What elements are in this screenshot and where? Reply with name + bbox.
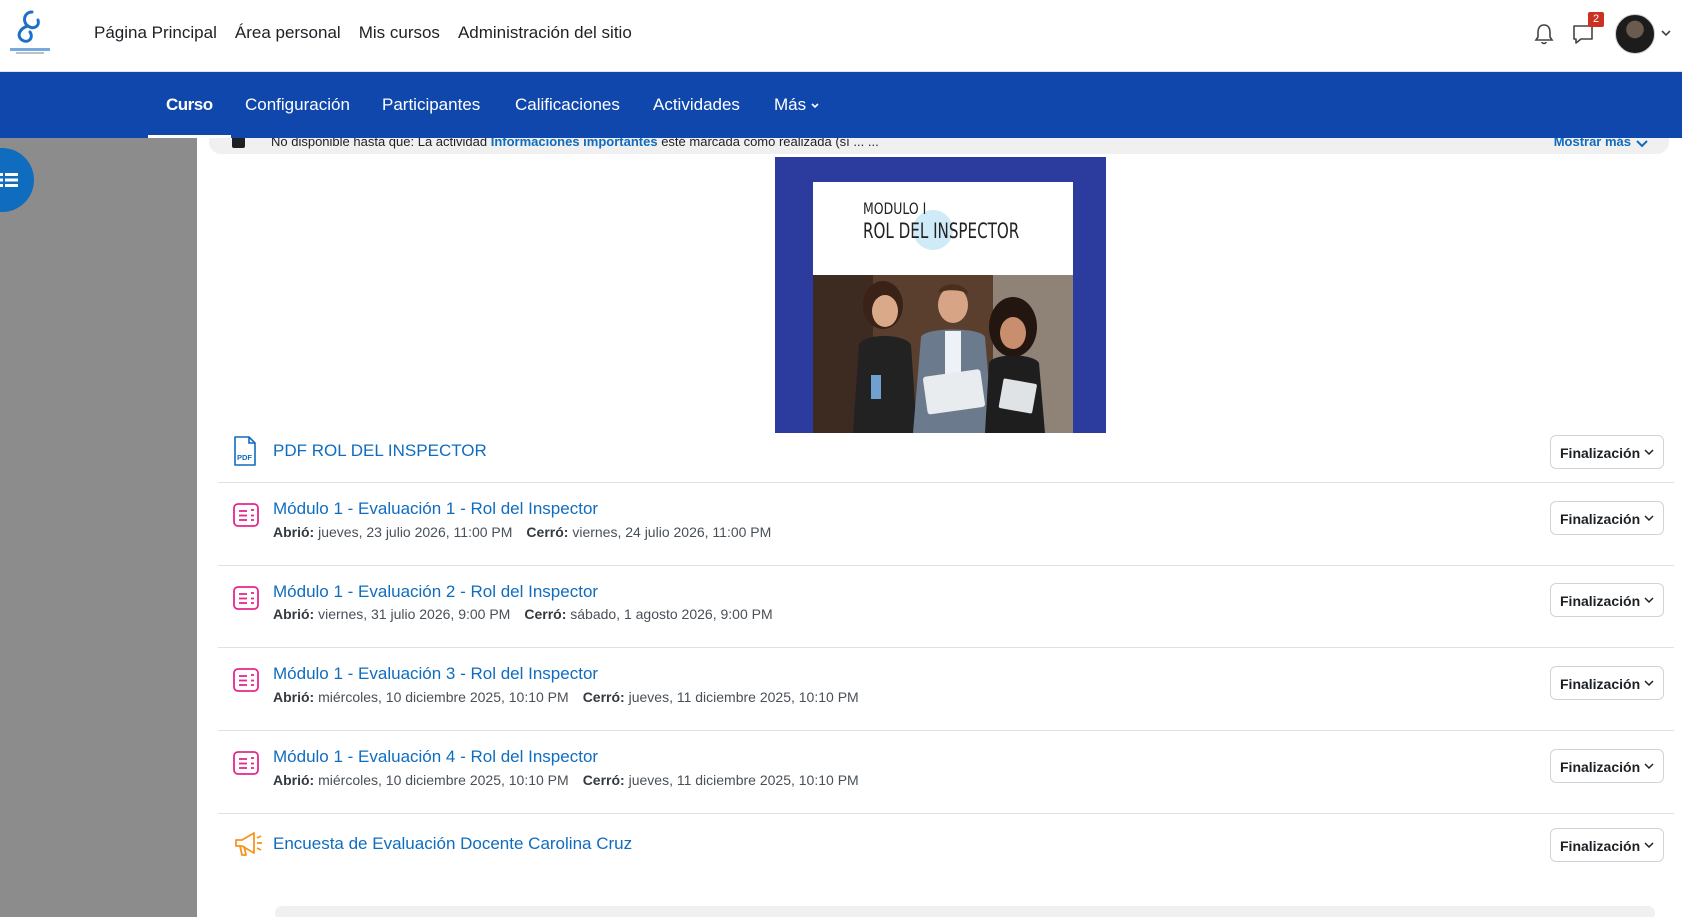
completion-label: Finalización (1560, 593, 1641, 609)
cover-line-1: MODULO I (863, 199, 927, 218)
completion-dropdown-button[interactable]: Finalización (1550, 501, 1664, 535)
messages-count-badge: 2 (1588, 12, 1604, 27)
activity-row: Módulo 1 - Evaluación 4 - Rol del Inspec… (218, 730, 1674, 814)
activity-row: Módulo 1 - Evaluación 1 - Rol del Inspec… (218, 482, 1674, 566)
pdf-file-icon: PDF (234, 436, 256, 466)
show-more-link[interactable]: Mostrar más (1554, 138, 1649, 149)
lock-icon (232, 138, 245, 148)
completion-label: Finalización (1560, 676, 1641, 692)
closed-label: Cerró: (524, 606, 567, 622)
opened-label: Abrió: (273, 772, 315, 788)
closed-label: Cerró: (526, 524, 569, 540)
svg-text:PDF: PDF (237, 453, 252, 462)
completion-label: Finalización (1560, 511, 1641, 527)
closed-date: jueves, 11 diciembre 2025, 10:10 PM (628, 689, 859, 705)
chevron-down-icon (1644, 680, 1654, 687)
tab-more-label: Más (774, 95, 807, 114)
opened-label: Abrió: (273, 689, 315, 705)
chevron-down-icon (1636, 139, 1648, 147)
list-icon (0, 173, 18, 187)
course-content: No disponible hasta que: La actividad In… (197, 138, 1682, 917)
chevron-down-icon (1644, 515, 1654, 522)
site-logo[interactable] (4, 8, 54, 56)
restriction-activity-link[interactable]: Informaciones importantes (491, 138, 658, 149)
restriction-prefix: No disponible hasta que: La actividad (271, 138, 491, 149)
quiz-icon (233, 751, 259, 775)
nav-my-courses[interactable]: Mis cursos (359, 22, 440, 44)
left-drawer-area (0, 138, 197, 917)
activity-dates: Abrió: miércoles, 10 diciembre 2025, 10:… (273, 772, 859, 788)
closed-date: viernes, 24 julio 2026, 11:00 PM (572, 524, 772, 540)
activity-row: Encuesta de Evaluación Docente Carolina … (218, 813, 1674, 893)
opened-date: jueves, 23 julio 2026, 11:00 PM (318, 524, 513, 540)
chevron-down-icon (1644, 842, 1654, 849)
opened-label: Abrió: (273, 606, 315, 622)
opened-date: miércoles, 10 diciembre 2025, 10:10 PM (318, 772, 569, 788)
megaphone-icon (235, 832, 262, 856)
completion-dropdown-button[interactable]: Finalización (1550, 749, 1664, 783)
cover-line-2: ROL DEL INSPECTOR (863, 219, 1020, 243)
chevron-down-icon (1644, 449, 1654, 456)
completion-dropdown-button[interactable]: Finalización (1550, 583, 1664, 617)
nav-site-admin[interactable]: Administración del sitio (458, 22, 632, 44)
next-restriction-strip (275, 906, 1655, 917)
quiz-icon (233, 668, 259, 692)
activity-row: PDF PDF ROL DEL INSPECTOR Finalización (218, 422, 1674, 483)
activity-link-quiz-3[interactable]: Módulo 1 - Evaluación 3 - Rol del Inspec… (273, 664, 598, 684)
nav-dashboard[interactable]: Área personal (235, 22, 341, 44)
restriction-text: No disponible hasta que: La actividad In… (271, 138, 879, 149)
tab-more[interactable]: Más (774, 72, 820, 138)
availability-restriction: No disponible hasta que: La actividad In… (209, 138, 1669, 154)
tab-grades[interactable]: Calificaciones (515, 72, 620, 138)
cover-photo (813, 275, 1073, 433)
closed-label: Cerró: (582, 689, 625, 705)
people-with-laptop-illustration (813, 275, 1073, 433)
notifications-bell-icon[interactable] (1533, 22, 1555, 46)
activity-dates: Abrió: jueves, 23 julio 2026, 11:00 PM Ce… (273, 524, 771, 540)
completion-dropdown-button[interactable]: Finalización (1550, 828, 1664, 862)
activity-dates: Abrió: miércoles, 10 diciembre 2025, 10:… (273, 689, 859, 705)
activity-link-quiz-4[interactable]: Módulo 1 - Evaluación 4 - Rol del Inspec… (273, 747, 598, 767)
top-navbar: Página Principal Área personal Mis curso… (0, 0, 1682, 72)
chevron-down-icon[interactable] (1660, 28, 1672, 38)
opened-label: Abrió: (273, 524, 315, 540)
completion-label: Finalización (1560, 445, 1641, 461)
tab-course[interactable]: Curso (148, 72, 231, 138)
activity-link-feedback[interactable]: Encuesta de Evaluación Docente Carolina … (273, 834, 632, 854)
quiz-icon (233, 503, 259, 527)
completion-label: Finalización (1560, 838, 1641, 854)
chevron-down-icon (811, 102, 819, 108)
tab-settings[interactable]: Configuración (245, 72, 350, 138)
chevron-down-icon (1644, 597, 1654, 604)
opened-date: viernes, 31 julio 2026, 9:00 PM (318, 606, 511, 622)
user-avatar[interactable] (1615, 14, 1655, 54)
activity-link-pdf[interactable]: PDF ROL DEL INSPECTOR (273, 441, 487, 461)
course-secondary-navigation: Curso Configuración Participantes Califi… (0, 72, 1682, 138)
cover-title-panel: MODULO I ROL DEL INSPECTOR (813, 182, 1073, 275)
closed-date: jueves, 11 diciembre 2025, 10:10 PM (628, 772, 859, 788)
activity-row: Módulo 1 - Evaluación 2 - Rol del Inspec… (218, 565, 1674, 648)
activity-row: Módulo 1 - Evaluación 3 - Rol del Inspec… (218, 647, 1674, 731)
nav-home[interactable]: Página Principal (94, 22, 217, 44)
show-more-label: Mostrar más (1553, 138, 1631, 149)
activity-dates: Abrió: viernes, 31 julio 2026, 9:00 PM Ce… (273, 606, 773, 622)
restriction-suffix: esté marcada como realizada (sí ... ... (657, 138, 879, 149)
tab-activities[interactable]: Actividades (653, 72, 740, 138)
opened-date: miércoles, 10 diciembre 2025, 10:10 PM (318, 689, 569, 705)
activity-link-quiz-1[interactable]: Módulo 1 - Evaluación 1 - Rol del Inspec… (273, 499, 598, 519)
closed-label: Cerró: (582, 772, 625, 788)
tab-participants[interactable]: Participantes (382, 72, 480, 138)
activity-link-quiz-2[interactable]: Módulo 1 - Evaluación 2 - Rol del Inspec… (273, 582, 598, 602)
module-cover-image: MODULO I ROL DEL INSPECTOR (775, 157, 1106, 433)
completion-dropdown-button[interactable]: Finalización (1550, 435, 1664, 469)
completion-dropdown-button[interactable]: Finalización (1550, 666, 1664, 700)
completion-label: Finalización (1560, 759, 1641, 775)
chevron-down-icon (1644, 763, 1654, 770)
primary-navigation: Página Principal Área personal Mis curso… (94, 22, 650, 44)
quiz-icon (233, 586, 259, 610)
closed-date: sábado, 1 agosto 2026, 9:00 PM (570, 606, 773, 622)
